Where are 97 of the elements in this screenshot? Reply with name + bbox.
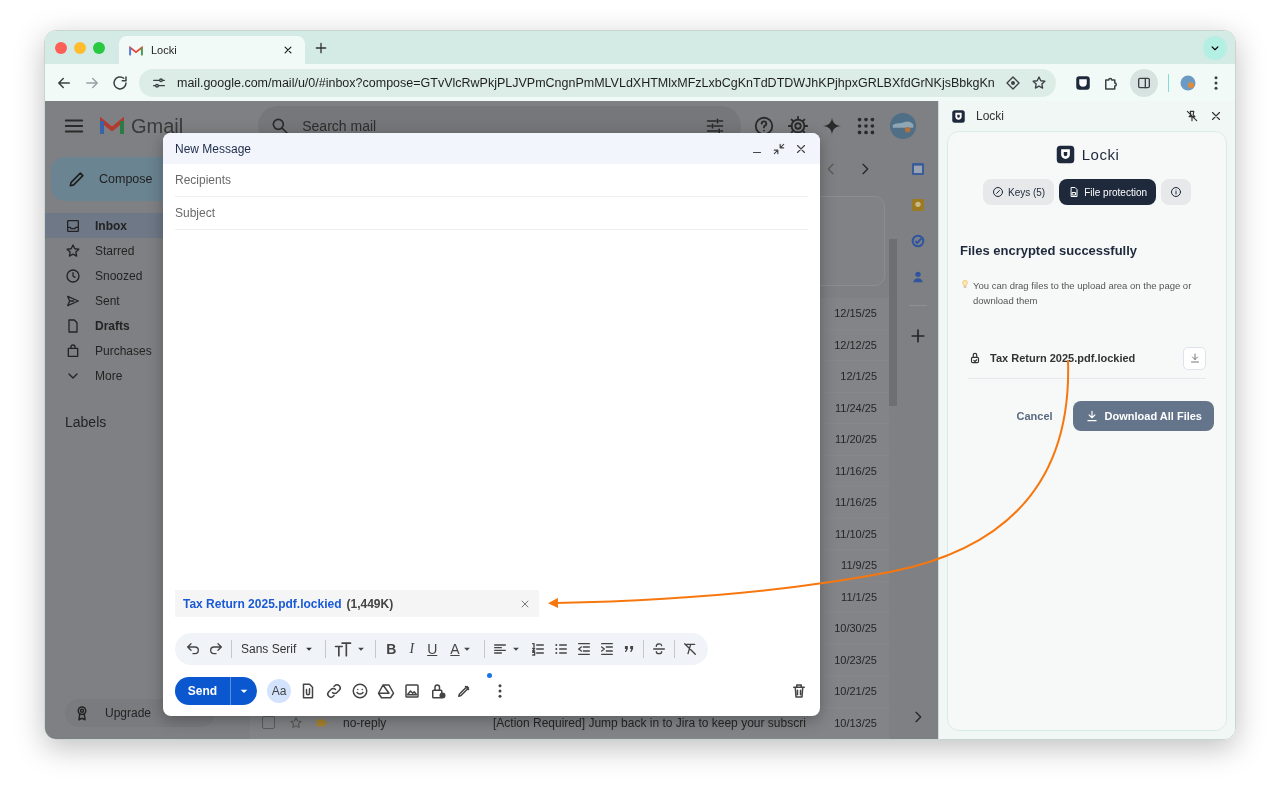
- mail-date: 11/9/25: [841, 559, 877, 572]
- bulleted-list-icon[interactable]: [552, 641, 569, 657]
- browser-tab[interactable]: Locki: [119, 36, 305, 64]
- indent-more-icon[interactable]: [598, 641, 615, 657]
- search-icon[interactable]: [270, 116, 291, 136]
- panel-title: Locki: [976, 109, 1004, 123]
- clear-formatting-icon[interactable]: [681, 641, 698, 657]
- light-bulb-icon: [960, 279, 970, 289]
- mail-date: 12/12/25: [834, 338, 877, 351]
- nav-item[interactable]: Drafts: [45, 313, 250, 338]
- search-options-icon[interactable]: [705, 116, 726, 136]
- mail-date: 11/10/25: [835, 527, 877, 540]
- shield-extension-icon[interactable]: [1074, 73, 1092, 92]
- attachment-chip[interactable]: Tax Return 2025.pdf.lockied (1,449K): [175, 590, 539, 617]
- nav-item[interactable]: Starred: [45, 238, 250, 263]
- panel-tab[interactable]: Keys (5): [982, 179, 1055, 205]
- calendar-icon[interactable]: [910, 161, 926, 177]
- snoozed-icon: [65, 267, 81, 284]
- lock-clock-icon[interactable]: [429, 682, 447, 700]
- unpin-icon[interactable]: [1185, 109, 1199, 123]
- trash-icon[interactable]: [790, 682, 808, 700]
- mail-date: 11/20/25: [835, 433, 877, 446]
- info-tab[interactable]: [1161, 179, 1191, 205]
- pencil-icon: [67, 169, 87, 189]
- mail-date: 12/1/25: [840, 370, 877, 383]
- address-bar[interactable]: mail.google.com/mail/u/0/#inbox?compose=GTvVlcRwPkjPLJVPmCngnPmMLVLdXHTMlxMFzLxbCgKnTdDTDWJhKPjhpxGRLBXfdGrNKjsBbkgKn: [139, 68, 1056, 97]
- redo-icon[interactable]: [208, 641, 224, 657]
- download-icon: [1084, 409, 1099, 423]
- attachment-size: (1,449K): [346, 596, 394, 611]
- scrollbar[interactable]: [889, 239, 897, 406]
- format-button[interactable]: B: [383, 641, 400, 657]
- send-options-button[interactable]: [231, 677, 257, 705]
- mail-date: 11/16/25: [835, 464, 877, 477]
- formatting-options-button[interactable]: Aa: [267, 679, 291, 703]
- side-panel-button[interactable]: [1130, 68, 1158, 97]
- starred-icon: [65, 242, 81, 259]
- search-input[interactable]: Search mail: [300, 117, 696, 135]
- status-heading: Files encrypted successfully: [960, 243, 1139, 258]
- strikethrough-icon[interactable]: [650, 641, 667, 657]
- mail-date: 11/1/25: [841, 590, 877, 603]
- locki-logo-icon: [951, 108, 966, 124]
- link-icon[interactable]: [325, 682, 343, 700]
- gmail-logo-icon: [99, 116, 125, 136]
- file-name: Tax Return 2025.pdf.lockied: [990, 352, 1136, 364]
- emoji-icon[interactable]: [351, 682, 369, 700]
- star-icon[interactable]: [289, 715, 303, 730]
- hint-text: You can drag files to the upload area on the page or download them: [973, 279, 1193, 308]
- bookmark-star-icon[interactable]: [1030, 74, 1047, 91]
- mail-date: 11/16/25: [835, 496, 877, 509]
- format-button[interactable]: I: [406, 641, 418, 657]
- mail-logo-icon: [129, 44, 143, 56]
- brand-name: Locki: [1081, 146, 1120, 163]
- mail-date: 10/23/25: [834, 653, 877, 666]
- drafts-icon: [65, 317, 81, 334]
- format-button[interactable]: U: [424, 641, 441, 657]
- keys-icon: [991, 186, 1004, 198]
- files-icon: [1068, 186, 1081, 198]
- labels-heading: Labels: [65, 414, 108, 430]
- align-icon[interactable]: [491, 641, 508, 657]
- mail-date: 10/13/25: [834, 716, 877, 729]
- mail-date: 11/24/25: [835, 401, 877, 414]
- tab-title: Locki: [151, 44, 177, 56]
- drive-icon[interactable]: [377, 682, 395, 700]
- locki-logo-icon: [1054, 144, 1076, 165]
- gmail-logo-text: Gmail: [131, 114, 184, 138]
- mail-date: 12/15/25: [834, 307, 877, 320]
- mail-subject: [Action Required] Jump back in to Jira to keep your subscri: [493, 715, 806, 730]
- image-icon[interactable]: [403, 682, 421, 700]
- close-icon[interactable]: [1209, 109, 1223, 123]
- nav-item[interactable]: Snoozed: [45, 263, 250, 288]
- cancel-button[interactable]: Cancel: [1010, 409, 1059, 423]
- sender-name: no-reply: [343, 715, 388, 730]
- indent-less-icon[interactable]: [575, 641, 592, 657]
- nav-item[interactable]: More: [45, 363, 250, 388]
- panel-tab[interactable]: File protection: [1059, 179, 1156, 205]
- inbox-icon: [65, 217, 81, 234]
- purchases-icon: [65, 342, 81, 359]
- attachment-link[interactable]: Tax Return 2025.pdf.lockied: [183, 596, 342, 611]
- reload-icon[interactable]: [111, 73, 129, 92]
- download-icon: [1188, 352, 1201, 364]
- undo-icon[interactable]: [185, 641, 201, 657]
- numbered-list-icon[interactable]: [529, 641, 546, 657]
- exit-full-screen-icon[interactable]: [772, 141, 786, 156]
- compose-title: New Message: [175, 141, 252, 156]
- mail-date: 10/21/25: [834, 685, 877, 698]
- download-all-button[interactable]: Download All Files: [1072, 401, 1214, 431]
- locked-file-icon: [968, 351, 982, 365]
- nav-item[interactable]: Purchases: [45, 338, 250, 363]
- mail-date: 10/30/25: [834, 622, 877, 635]
- profile-avatar[interactable]: [1179, 73, 1197, 92]
- font-select[interactable]: Sans Serif: [239, 642, 319, 656]
- info-icon: [1170, 186, 1182, 198]
- format-button[interactable]: A: [447, 641, 477, 657]
- send-button[interactable]: Send: [175, 677, 231, 705]
- diamond-icon[interactable]: [1004, 74, 1021, 91]
- text-size-icon[interactable]: [333, 639, 354, 659]
- nav-item[interactable]: Sent: [45, 288, 250, 313]
